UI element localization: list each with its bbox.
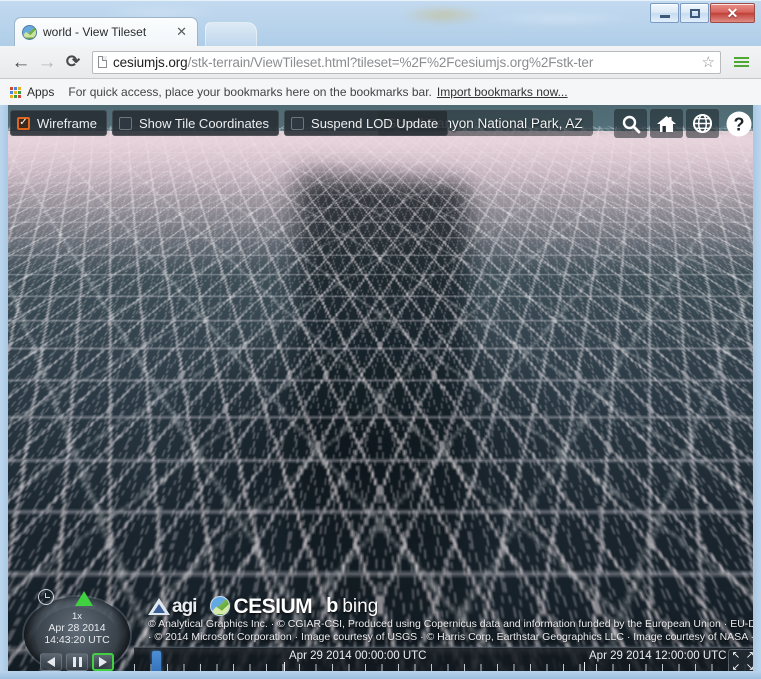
reverse-button[interactable] (40, 653, 62, 671)
help-icon[interactable]: ? (722, 109, 755, 138)
search-icon[interactable] (614, 109, 647, 138)
bookmarks-bar: Apps For quick access, place your bookma… (0, 79, 761, 106)
cesium-nav-icons: ? (614, 109, 755, 138)
back-button[interactable]: ← (8, 49, 34, 75)
cesium-logo-icon[interactable]: CESIUM (210, 596, 312, 616)
animation-controls (40, 653, 114, 671)
import-bookmarks-link[interactable]: Import bookmarks now... (437, 85, 568, 99)
checkbox-show-tile-coordinates[interactable]: Show Tile Coordinates (112, 110, 279, 136)
cesium-globe-icon (210, 596, 230, 616)
show-tile-coordinates-label: Show Tile Coordinates (139, 116, 269, 131)
cesium-viewport[interactable]: Wireframe Show Tile Coordinates Suspend … (0, 105, 761, 679)
chrome-menu-button[interactable] (729, 49, 753, 75)
animation-speed: 1x (72, 611, 82, 622)
suspend-lod-update-checkbox-icon[interactable] (291, 117, 304, 130)
new-tab-button[interactable] (205, 22, 257, 46)
forward-button[interactable]: → (34, 49, 60, 75)
clock-icon (38, 589, 54, 605)
suspend-lod-update-label: Suspend LOD Update (311, 116, 438, 131)
credit-logos: agi CESIUM b bing (148, 596, 755, 616)
window-edge-left (0, 105, 8, 679)
pause-icon (73, 657, 82, 667)
svg-text:?: ? (733, 114, 744, 134)
browser-window: ✕ world - View Tileset ✕ ← → ⟳ cesiumjs.… (0, 0, 761, 679)
cesium-logo-text: CESIUM (233, 600, 312, 613)
rim-lighting (0, 135, 761, 195)
tab-world-view-tileset[interactable]: world - View Tileset ✕ (14, 17, 198, 46)
fullscreen-arrow-tl-icon: ↖ (732, 651, 740, 661)
agi-triangle-icon (148, 598, 170, 615)
home-icon[interactable] (650, 109, 683, 138)
cesium-favicon-icon (22, 25, 37, 40)
agi-logo-icon[interactable]: agi (148, 598, 196, 615)
pause-button[interactable] (66, 653, 88, 671)
wireframe-label: Wireframe (37, 116, 97, 131)
menu-bar-2-icon (734, 61, 749, 63)
animation-time: 14:43:20 UTC (44, 634, 109, 646)
window-edge-bottom (0, 671, 761, 679)
show-tile-coordinates-checkbox-icon[interactable] (119, 117, 132, 130)
reload-icon: ⟳ (66, 52, 80, 72)
checkbox-wireframe[interactable]: Wireframe (10, 110, 107, 136)
page-info-icon[interactable] (98, 56, 107, 68)
credits-block: agi CESIUM b bing © Analytical Graphics … (148, 596, 755, 644)
shuttle-ring-pointer-icon (75, 591, 93, 606)
checkbox-suspend-lod-update[interactable]: Suspend LOD Update (284, 110, 448, 136)
window-frame: ✕ world - View Tileset ✕ ← → ⟳ cesiumjs.… (0, 0, 761, 105)
animation-widget[interactable]: 1x Apr 28 2014 14:43:20 UTC (18, 587, 140, 673)
menu-bar-3-icon (734, 65, 749, 67)
credit-line-2: · © 2014 Microsoft Corporation · Image c… (148, 631, 755, 644)
bing-logo-text: bing (342, 600, 378, 613)
browser-toolbar: ← → ⟳ cesiumjs.org/stk-terrain/ViewTiles… (0, 46, 761, 79)
window-edge-right (753, 105, 761, 679)
apps-grid-icon[interactable] (10, 87, 21, 98)
tab-title: world - View Tileset (43, 25, 173, 39)
reverse-icon (47, 657, 55, 667)
wireframe-checkbox-icon[interactable] (17, 117, 30, 130)
timeline-label-left: Apr 29 2014 00:00:00 UTC (289, 650, 426, 662)
bing-mark-icon: b (326, 600, 338, 613)
tab-close-icon[interactable]: ✕ (173, 24, 190, 40)
agi-logo-text: agi (172, 600, 196, 613)
forward-arrow-icon: → (38, 53, 57, 72)
back-arrow-icon: ← (12, 53, 31, 72)
globe-icon[interactable] (686, 109, 719, 138)
bookmark-star-icon[interactable]: ☆ (702, 53, 715, 71)
timeline-label-right: Apr 29 2014 12:00:00 UTC (589, 650, 726, 662)
url-path: /stk-terrain/ViewTileset.html?tileset=%2… (188, 55, 594, 70)
bing-logo-icon[interactable]: b bing (326, 600, 378, 613)
address-bar[interactable]: cesiumjs.org/stk-terrain/ViewTileset.htm… (92, 51, 721, 74)
bookmarks-hint: For quick access, place your bookmarks h… (68, 85, 432, 99)
animation-date: Apr 28 2014 (48, 622, 105, 634)
url-host: cesiumjs.org (113, 55, 188, 70)
tab-strip: world - View Tileset ✕ (0, 17, 761, 46)
url-text: cesiumjs.org/stk-terrain/ViewTileset.htm… (113, 55, 700, 70)
play-icon (99, 657, 107, 667)
apps-label[interactable]: Apps (27, 85, 54, 99)
credit-line-1: © Analytical Graphics Inc. · © CGIAR-CSI… (148, 618, 755, 631)
menu-bar-1-icon (734, 57, 749, 59)
reload-button[interactable]: ⟳ (60, 49, 86, 75)
play-button[interactable] (92, 653, 114, 671)
